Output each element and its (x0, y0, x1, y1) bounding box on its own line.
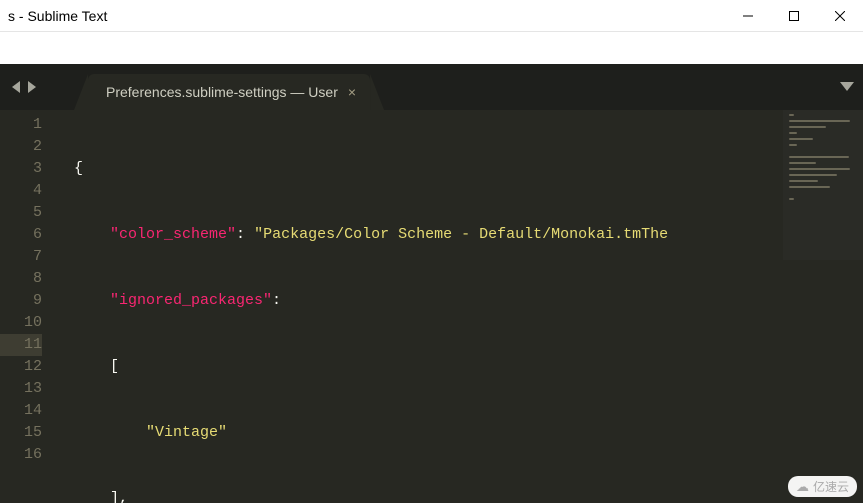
close-button[interactable] (817, 0, 863, 32)
watermark-text: 亿速云 (813, 478, 849, 495)
cloud-icon: ☁ (796, 479, 809, 495)
line-number: 12 (0, 356, 42, 378)
watermark-badge: ☁ 亿速云 (788, 476, 857, 497)
line-number: 8 (0, 268, 42, 290)
window-title: s - Sublime Text (0, 8, 725, 24)
window-titlebar: s - Sublime Text (0, 0, 863, 32)
line-number: 9 (0, 290, 42, 312)
line-number: 1 (0, 114, 42, 136)
editor-shell: Preferences.sublime-settings — User × 12… (0, 64, 863, 503)
line-number: 5 (0, 202, 42, 224)
nav-arrows (0, 64, 48, 110)
code-line: "color_scheme": "Packages/Color Scheme -… (60, 224, 863, 246)
minimize-button[interactable] (725, 0, 771, 32)
code-area[interactable]: { "color_scheme": "Packages/Color Scheme… (60, 110, 863, 503)
tab-bar: Preferences.sublime-settings — User × (0, 64, 863, 110)
nav-forward-button[interactable] (24, 76, 38, 98)
line-number: 6 (0, 224, 42, 246)
line-number: 2 (0, 136, 42, 158)
line-number: 10 (0, 312, 42, 334)
minimap[interactable] (783, 110, 863, 260)
tab-overflow-button[interactable] (831, 64, 863, 110)
line-number: 11 (0, 334, 42, 356)
line-number: 16 (0, 444, 42, 466)
titlebar-gap (0, 32, 863, 64)
line-number: 14 (0, 400, 42, 422)
code-line: { (60, 158, 863, 180)
tab-preferences[interactable]: Preferences.sublime-settings — User × (88, 74, 370, 110)
code-line: "ignored_packages": (60, 290, 863, 312)
line-number: 15 (0, 422, 42, 444)
line-number: 13 (0, 378, 42, 400)
maximize-button[interactable] (771, 0, 817, 32)
nav-back-button[interactable] (10, 76, 24, 98)
editor-body[interactable]: 12345678910111213141516 { "color_scheme"… (0, 110, 863, 503)
tab-close-icon[interactable]: × (348, 84, 356, 100)
code-line: [ (60, 356, 863, 378)
line-number: 7 (0, 246, 42, 268)
code-line: "Vintage" (60, 422, 863, 444)
line-number: 3 (0, 158, 42, 180)
code-line: ], (60, 488, 863, 503)
tab-label: Preferences.sublime-settings — User (106, 84, 338, 100)
line-number-gutter: 12345678910111213141516 (0, 110, 60, 503)
line-number: 4 (0, 180, 42, 202)
